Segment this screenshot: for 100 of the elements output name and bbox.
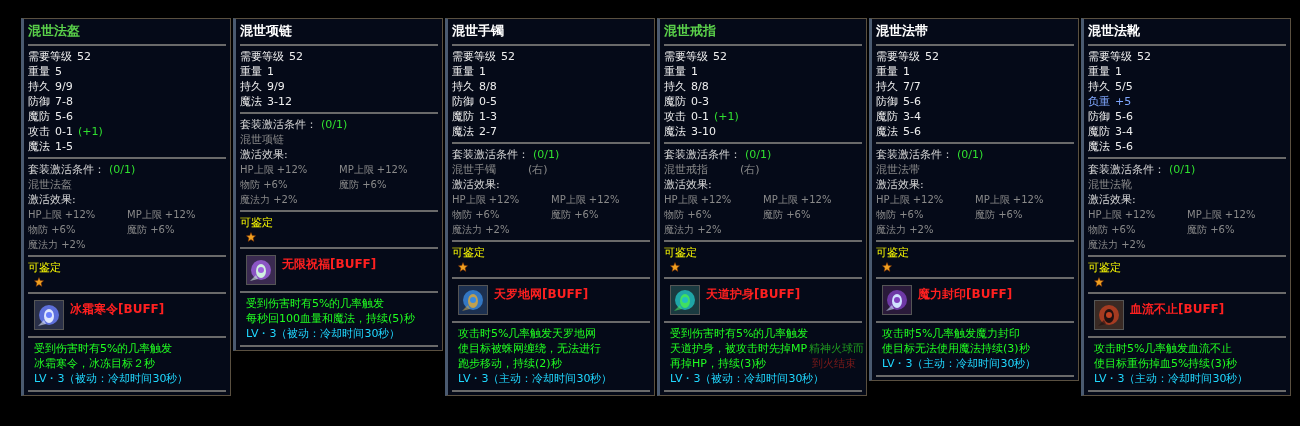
set-effect: 魔法力 +2% [240, 193, 299, 207]
skill-description: 受到伤害时有5%的几率触发 [246, 296, 385, 311]
stat-value: 52 [713, 49, 727, 64]
stat-value: 0-1 [691, 109, 709, 124]
skill-description: 使目标重伤掉血5%持续(3)秒 [1094, 356, 1238, 371]
stat-label: 重量 [452, 64, 474, 79]
stat-value: 2-7 [479, 124, 497, 139]
effects-label: 激活效果: [28, 192, 77, 207]
stat-value: 0-5 [479, 94, 497, 109]
skill-level-line: LV・3（被动：冷却时间30秒） [670, 371, 825, 386]
skill-name: 血流不止[BUFF] [1130, 301, 1225, 318]
stat-bonus: (+1) [77, 124, 103, 139]
skill-description: 每秒回100血量和魔法，持续(5)秒 [246, 311, 415, 326]
stat-value: +5 [1115, 94, 1132, 109]
set-effect: MP上限 +12% [763, 193, 833, 207]
overlay-text: 到火结束 [812, 356, 856, 371]
set-condition-label: 套装激活条件： [664, 147, 741, 162]
set-effect: MP上限 +12% [1187, 208, 1257, 222]
set-condition-label: 套装激活条件： [1088, 162, 1165, 177]
stat-label: 魔防 [452, 109, 474, 124]
stat-label: 魔法 [452, 124, 474, 139]
stat-value: 9/9 [55, 79, 73, 94]
item-title: 混世法靴 [1088, 22, 1141, 40]
stat-label: 防御 [876, 94, 898, 109]
stat-value: 52 [925, 49, 939, 64]
item-title: 混世手镯 [452, 22, 505, 40]
stat-value: 5 [55, 64, 62, 79]
set-effect: 魔法力 +2% [664, 223, 723, 237]
stat-value: 1 [691, 64, 698, 79]
skill-description: 使目标无法使用魔法持续(3)秒 [882, 341, 1030, 356]
stat-value: 5-6 [1115, 109, 1133, 124]
stat-label: 魔法 [876, 124, 898, 139]
stat-value: 1-5 [55, 139, 73, 154]
set-condition-label: 套装激活条件： [452, 147, 529, 162]
stat-value: 7/7 [903, 79, 921, 94]
set-condition-label: 套装激活条件： [28, 162, 105, 177]
set-piece: 混世戒指 [664, 162, 709, 177]
identify-label: 可鉴定 [240, 215, 274, 230]
set-effect: HP上限 +12% [28, 208, 97, 222]
item-title: 混世法盔 [28, 22, 81, 40]
stat-value: 3-4 [903, 109, 921, 124]
stat-value: 5-6 [903, 124, 921, 139]
set-effect: 魔防 +6% [551, 208, 600, 222]
set-effect: 物防 +6% [664, 208, 713, 222]
set-piece: 混世项链 [240, 132, 285, 147]
stat-label: 持久 [1088, 79, 1110, 94]
stat-label: 魔防 [876, 109, 898, 124]
stat-label: 魔法 [28, 139, 50, 154]
stat-label: 持久 [664, 79, 686, 94]
stat-value: 8/8 [691, 79, 709, 94]
stat-label: 需要等级 [876, 49, 920, 64]
set-effect: HP上限 +12% [664, 193, 733, 207]
set-condition-label: 套装激活条件： [876, 147, 953, 162]
set-piece: 混世法靴 [1088, 177, 1133, 192]
set-effect: 魔防 +6% [127, 223, 176, 237]
stat-value: 5-6 [903, 94, 921, 109]
stat-value: 8/8 [479, 79, 497, 94]
item-title: 混世法带 [876, 22, 929, 40]
skill-description: 跑步移动，持续(2)秒 [458, 356, 562, 371]
stat-label: 重量 [1088, 64, 1110, 79]
set-effect: 物防 +6% [28, 223, 77, 237]
skill-description: 受到伤害时有5%的几率触发 [34, 341, 173, 356]
effects-label: 激活效果: [876, 177, 925, 192]
set-effect: 魔防 +6% [763, 208, 812, 222]
set-effect: 魔法力 +2% [1088, 238, 1147, 252]
stat-label: 防御 [28, 94, 50, 109]
stat-label: 重量 [876, 64, 898, 79]
stat-value: 1 [267, 64, 274, 79]
set-piece-side: (右) [740, 162, 760, 177]
stat-value: 1 [903, 64, 910, 79]
skill-name: 无限祝福[BUFF] [282, 256, 377, 273]
stat-label: 需要等级 [240, 49, 284, 64]
set-effect: 魔法力 +2% [452, 223, 511, 237]
effects-label: 激活效果: [452, 177, 501, 192]
stat-value: 3-12 [267, 94, 292, 109]
stat-value: 5-6 [1115, 139, 1133, 154]
set-effect: HP上限 +12% [876, 193, 945, 207]
stat-label: 攻击 [664, 109, 686, 124]
stat-label: 持久 [28, 79, 50, 94]
stat-value: 1 [479, 64, 486, 79]
skill-name: 天罗地网[BUFF] [494, 286, 589, 303]
stat-value: 7-8 [55, 94, 73, 109]
set-effect: HP上限 +12% [452, 193, 521, 207]
stat-label: 负重 [1088, 94, 1110, 109]
skill-level-line: LV・3（被动：冷却时间30秒） [34, 371, 189, 386]
set-effect: 魔防 +6% [1187, 223, 1236, 237]
stat-label: 攻击 [28, 124, 50, 139]
skill-level-line: LV・3（主动：冷却时间30秒） [458, 371, 613, 386]
set-effect: 魔防 +6% [975, 208, 1024, 222]
identify-label: 可鉴定 [452, 245, 486, 260]
set-effect: 魔防 +6% [339, 178, 388, 192]
skill-description: 攻击时5%几率触发血流不止 [1094, 341, 1233, 356]
skill-level-line: LV・3（主动：冷却时间30秒） [1094, 371, 1249, 386]
set-effect: HP上限 +12% [1088, 208, 1157, 222]
set-effect: MP上限 +12% [127, 208, 197, 222]
skill-name: 魔力封印[BUFF] [918, 286, 1013, 303]
stat-label: 重量 [240, 64, 262, 79]
stat-value: 0-3 [691, 94, 709, 109]
stat-label: 防御 [452, 94, 474, 109]
skill-name: 冰霜寒令[BUFF] [70, 301, 165, 318]
